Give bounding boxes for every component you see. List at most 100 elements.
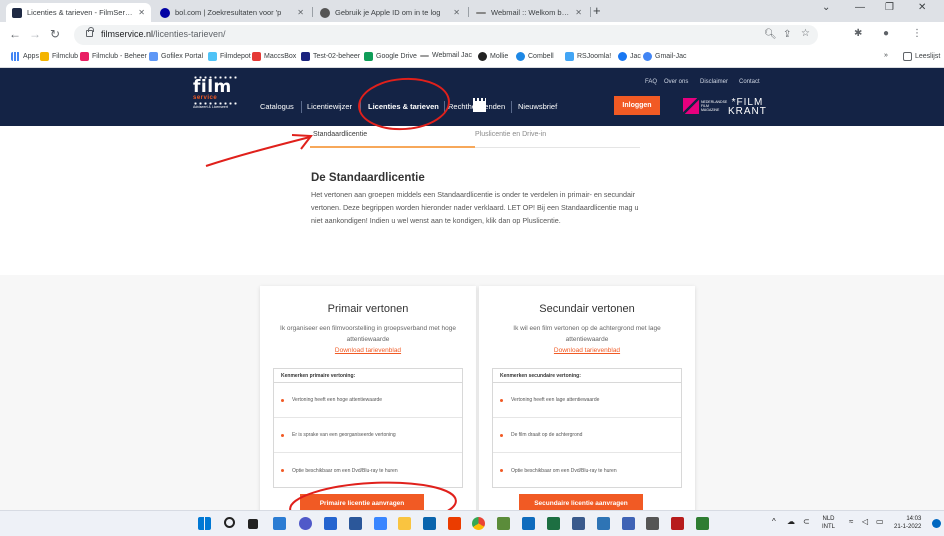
reload-icon[interactable]: ↻ [50, 27, 60, 41]
teams-icon[interactable] [622, 517, 635, 530]
bullet-icon [500, 398, 503, 402]
chrome-icon[interactable] [472, 517, 485, 530]
nav-separator [360, 101, 361, 113]
partner-logo-icon[interactable] [683, 98, 699, 114]
start-icon[interactable] [198, 517, 211, 530]
nav-licenties-tarieven[interactable]: Licenties & tarieven [368, 102, 439, 111]
partner-logo-text: NEDERLANDSE FILM MAGAZINE [701, 100, 728, 112]
subtab-pluslicentie[interactable]: Pluslicentie en Drive-in [475, 131, 546, 138]
bookmark-filmclub-beheer[interactable]: Filmclub - Beheer [80, 52, 147, 61]
language-indicator[interactable]: NLD INTL [822, 515, 835, 531]
top-link-contact[interactable]: Contact [739, 79, 760, 85]
bookmark-maccsbox[interactable]: MaccsBox [252, 52, 296, 61]
url-text[interactable]: filmservice.nl/licenties-tarieven/ [101, 29, 226, 39]
bookmark-rsjoomla[interactable]: RSJoomla! [565, 52, 611, 61]
clock[interactable]: 14:03 21-1-2022 [894, 515, 921, 531]
calculator-icon[interactable] [646, 517, 659, 530]
close-tab-icon[interactable]: ✕ [297, 8, 304, 17]
top-link-over-ons[interactable]: Over ons [664, 79, 688, 85]
notification-icon[interactable] [932, 519, 941, 528]
notepad-icon[interactable] [374, 517, 387, 530]
forward-icon[interactable]: → [29, 27, 41, 41]
reading-list[interactable]: Leeslijst [903, 52, 940, 61]
nav-nieuwsbrief[interactable]: Nieuwsbrief [518, 102, 557, 111]
todo-icon[interactable] [324, 517, 337, 530]
tab-apple[interactable]: Gebruik je Apple ID om in te log ✕ [314, 3, 466, 22]
photos-icon[interactable] [497, 517, 510, 530]
close-window-icon[interactable]: ✕ [918, 2, 926, 13]
sway-icon[interactable] [572, 517, 585, 530]
zoom-icon[interactable]: 🔍︎ [764, 29, 777, 40]
filmservice-logo[interactable]: film service Adviseert & Licenseert [193, 76, 241, 120]
bookmark-webmail-jac[interactable]: Webmail Jac [420, 52, 472, 59]
subtab-active-indicator [310, 146, 475, 148]
tab-webmail[interactable]: Webmail :: Welkom bij Webmail ✕ [470, 3, 588, 22]
table-row: Vertoning heeft een lage attentiewaarde [493, 383, 681, 418]
bookmark-test-02[interactable]: Test-02-beheer [301, 52, 360, 61]
row-text: Er is sprake van een georganiseerde vert… [292, 432, 396, 438]
close-tab-icon[interactable]: ✕ [575, 8, 582, 17]
nav-licentiewijzer[interactable]: Licentiewijzer [307, 102, 352, 111]
volume-icon[interactable]: ◁ [862, 517, 868, 526]
clapperboard-icon[interactable] [473, 98, 486, 112]
bookmark-jac[interactable]: Jac [618, 52, 641, 61]
address-bar[interactable]: filmservice.nl/licenties-tarieven/ 🔍︎ ⇪ … [74, 25, 818, 45]
new-tab-button[interactable]: + [593, 3, 601, 18]
office-icon[interactable] [448, 517, 461, 530]
bookmark-mollie[interactable]: Mollie [478, 52, 508, 61]
wifi-icon[interactable]: ≈ [849, 517, 853, 526]
cloud-icon[interactable]: ☁ [787, 517, 795, 526]
minimize-icon[interactable]: — [855, 2, 865, 13]
tasks-icon[interactable] [696, 517, 709, 530]
download-tarievenblad-link[interactable]: Download tarievenblad [479, 347, 695, 354]
excel-icon[interactable] [547, 517, 560, 530]
top-link-disclaimer[interactable]: Disclaimer [700, 79, 728, 85]
bookmark-combell[interactable]: Combell [516, 52, 554, 61]
widgets-icon[interactable] [273, 517, 286, 530]
outlook-icon[interactable] [522, 517, 535, 530]
filmclub-beheer-icon [80, 52, 89, 61]
tab-filmservice[interactable]: Licenties & tarieven - FilmService ✕ [6, 3, 151, 22]
bookmark-gmail-jac[interactable]: Gmail-Jac [643, 52, 687, 61]
logo-service: service [193, 95, 218, 101]
tab-bol[interactable]: bol.com | Zoekresultaten voor 'p ✕ [154, 3, 310, 22]
extensions-icon[interactable]: ✱ [854, 28, 862, 39]
card-description: Ik wil een film vertonen op de achtergro… [513, 325, 661, 343]
tray-overflow-icon[interactable]: ^ [772, 517, 776, 526]
tab-search-icon[interactable]: ⌄ [822, 2, 830, 13]
top-link-faq[interactable]: FAQ [645, 79, 657, 85]
subtab-standaardlicentie[interactable]: Standaardlicentie [313, 131, 367, 138]
nav-catalogus[interactable]: Catalogus [260, 102, 294, 111]
bookmark-filmdepot[interactable]: Filmdepot [208, 52, 251, 61]
download-tarievenblad-link[interactable]: Download tarievenblad [260, 347, 476, 354]
filmkrant-logo[interactable]: *FILM KRANT [728, 98, 767, 117]
reading-list-icon [903, 52, 912, 61]
site-header: film service Adviseert & Licenseert FAQ … [0, 68, 944, 126]
share-icon[interactable]: ⇪ [783, 29, 791, 40]
onedrive-icon[interactable]: ⊂ [803, 517, 810, 526]
bookmark-star-icon[interactable]: ☆ [801, 28, 810, 39]
menu-icon[interactable]: ⋮ [912, 28, 922, 39]
filezilla-icon[interactable] [671, 517, 684, 530]
back-icon[interactable]: ← [9, 27, 21, 41]
store-icon[interactable] [597, 517, 610, 530]
search-icon[interactable] [224, 517, 235, 528]
bookmark-filmclub[interactable]: Filmclub [40, 52, 78, 61]
bookmark-google-drive[interactable]: Google Drive [364, 52, 417, 61]
profile-icon[interactable]: ● [883, 28, 889, 39]
word-icon[interactable] [349, 517, 362, 530]
bookmark-gofilex[interactable]: Gofilex Portal [149, 52, 203, 61]
close-tab-icon[interactable]: ✕ [453, 8, 460, 17]
explorer-icon[interactable] [398, 517, 411, 530]
battery-icon[interactable]: ▭ [876, 517, 884, 526]
login-button[interactable]: Inloggen [614, 96, 660, 115]
mail-icon[interactable] [423, 517, 436, 530]
chat-icon[interactable] [299, 517, 312, 530]
maximize-icon[interactable]: ❐ [885, 2, 894, 13]
lock-icon[interactable] [86, 27, 94, 37]
close-tab-icon[interactable]: ✕ [138, 8, 145, 17]
bookmark-apps[interactable]: Apps [11, 52, 39, 61]
task-view-icon[interactable] [248, 519, 258, 529]
bookmark-label: RSJoomla! [577, 53, 612, 60]
bookmarks-overflow-icon[interactable]: » [884, 52, 888, 59]
